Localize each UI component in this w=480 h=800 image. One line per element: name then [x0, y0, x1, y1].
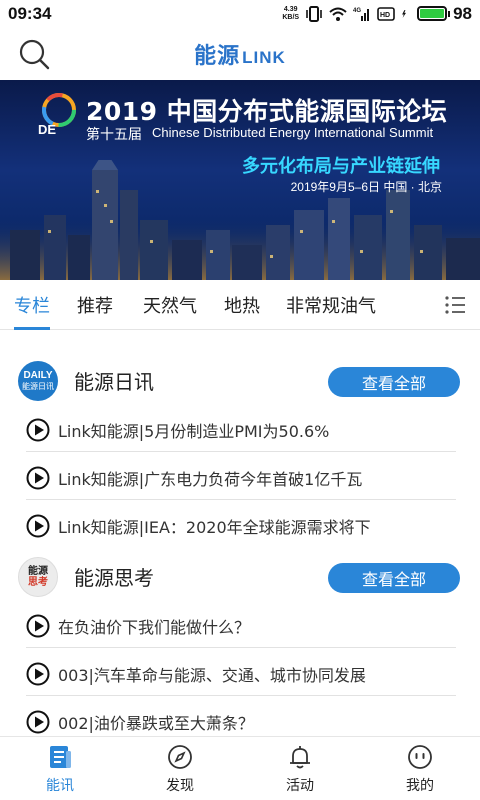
- battery-icon: [417, 6, 448, 21]
- wifi-icon: [329, 7, 347, 21]
- badge-line1: 能源: [28, 566, 48, 577]
- network-speed-unit: KB/S: [282, 13, 300, 21]
- app-logo: 能源 LINK: [194, 38, 286, 70]
- bottom-navigation: 能讯 发现 活动 我的: [0, 736, 480, 800]
- list-item[interactable]: Link知能源|5月份制造业PMI为50.6%: [0, 406, 480, 454]
- badge-line1: DAILY: [23, 370, 53, 381]
- nav-discover[interactable]: 发现: [120, 737, 240, 800]
- network-speed: 4.39 KB/S: [282, 6, 299, 22]
- badge-line2: 思考: [28, 577, 48, 588]
- banner-title: 2019 中国分布式能源国际论坛: [86, 97, 448, 126]
- network-speed-value: 4.39: [283, 5, 298, 13]
- list-item[interactable]: 003|汽车革命与能源、交通、城市协同发展: [0, 650, 480, 698]
- list-item-title: 003|汽车革命与能源、交通、城市协同发展: [58, 666, 366, 685]
- banner-slogan: 多元化布局与产业链延伸: [242, 156, 440, 177]
- banner-date-location: 2019年9月5–6日 中国 · 北京: [290, 180, 442, 194]
- compass-icon: [168, 744, 192, 769]
- profile-face-icon: [408, 744, 432, 769]
- logo-en-text: LINK: [242, 47, 286, 67]
- section-title: 能源日讯: [74, 369, 154, 394]
- battery-tip: [448, 10, 451, 17]
- list-item[interactable]: 在负油价下我们能做什么？: [0, 602, 480, 650]
- tab-unconventional-oil-gas[interactable]: 非常规油气: [286, 280, 376, 330]
- logo-cn-text: 能源: [194, 43, 241, 69]
- list-item-title: Link知能源|广东电力负荷今年首破1亿千瓦: [58, 470, 363, 489]
- hd-icon: HD: [377, 6, 395, 21]
- tab-recommended[interactable]: 推荐: [77, 280, 113, 330]
- play-icon[interactable]: [26, 514, 50, 538]
- nav-label: 活动: [286, 777, 314, 794]
- play-icon[interactable]: [26, 418, 50, 442]
- svg-text:4G: 4G: [353, 8, 361, 14]
- bell-icon: [290, 745, 310, 768]
- vibrate-icon: [306, 5, 322, 22]
- battery-indicator: 98: [417, 4, 472, 24]
- section-header: DAILY 能源日讯 能源日讯 查看全部: [0, 354, 480, 406]
- svg-text:HD: HD: [380, 12, 390, 19]
- list-item-title: 在负油价下我们能做什么？: [58, 618, 251, 637]
- status-bar: 09:34 4.39 KB/S 4G HD 98: [0, 0, 480, 27]
- signal-4g-icon: 4G: [353, 8, 370, 21]
- view-all-button[interactable]: 查看全部: [328, 367, 460, 397]
- list-item[interactable]: Link知能源|广东电力负荷今年首破1亿千瓦: [0, 454, 480, 502]
- view-all-button[interactable]: 查看全部: [328, 563, 460, 593]
- category-tabs: 专栏 推荐 天然气 地热 非常规油气: [0, 280, 480, 330]
- nav-label: 发现: [166, 777, 194, 794]
- news-icon: [50, 745, 71, 768]
- play-icon[interactable]: [26, 614, 50, 638]
- badge-line2: 能源日讯: [22, 382, 54, 391]
- list-item[interactable]: Link知能源|IEA：2020年全球能源需求将下: [0, 502, 480, 550]
- tab-columns[interactable]: 专栏: [14, 280, 50, 330]
- event-banner[interactable]: DE 2019 中国分布式能源国际论坛 第十五届 Chinese Distrib…: [0, 80, 480, 280]
- search-icon[interactable]: [16, 37, 52, 73]
- nav-label: 能讯: [46, 777, 74, 794]
- status-icons: 4.39 KB/S 4G HD 98: [282, 4, 472, 24]
- list-item-title: Link知能源|IEA：2020年全球能源需求将下: [58, 518, 371, 537]
- play-icon[interactable]: [26, 466, 50, 490]
- nav-profile[interactable]: 我的: [360, 737, 480, 800]
- nav-events[interactable]: 活动: [240, 737, 360, 800]
- charging-icon: [402, 9, 407, 18]
- tab-geothermal[interactable]: 地热: [224, 280, 260, 330]
- tab-menu-icon[interactable]: [444, 294, 466, 316]
- section-title: 能源思考: [74, 565, 154, 590]
- nav-news[interactable]: 能讯: [0, 737, 120, 800]
- list-item-title: 002|油价暴跌或至大萧条？: [58, 714, 254, 733]
- list-item-title: Link知能源|5月份制造业PMI为50.6%: [58, 422, 330, 441]
- section-header: 能源 思考 能源思考 查看全部: [0, 550, 480, 602]
- banner-english-title: Chinese Distributed Energy International…: [152, 125, 434, 140]
- section-energy-daily: DAILY 能源日讯 能源日讯 查看全部 Link知能源|5月份制造业PMI为5…: [0, 354, 480, 550]
- app-header: 能源 LINK: [0, 27, 480, 80]
- battery-level: [420, 9, 444, 18]
- section-energy-thinking: 能源 思考 能源思考 查看全部 在负油价下我们能做什么？ 003|汽车革命与能源…: [0, 550, 480, 746]
- thinking-badge-icon: 能源 思考: [18, 557, 58, 597]
- tab-natural-gas[interactable]: 天然气: [143, 280, 197, 330]
- play-icon[interactable]: [26, 662, 50, 686]
- daily-badge-icon: DAILY 能源日讯: [18, 361, 58, 401]
- nav-label: 我的: [406, 777, 434, 794]
- status-time: 09:34: [8, 3, 52, 23]
- battery-percent: 98: [453, 3, 472, 23]
- banner-logo-text: DE: [38, 122, 57, 137]
- banner-edition: 第十五届: [86, 127, 142, 143]
- play-icon[interactable]: [26, 710, 50, 734]
